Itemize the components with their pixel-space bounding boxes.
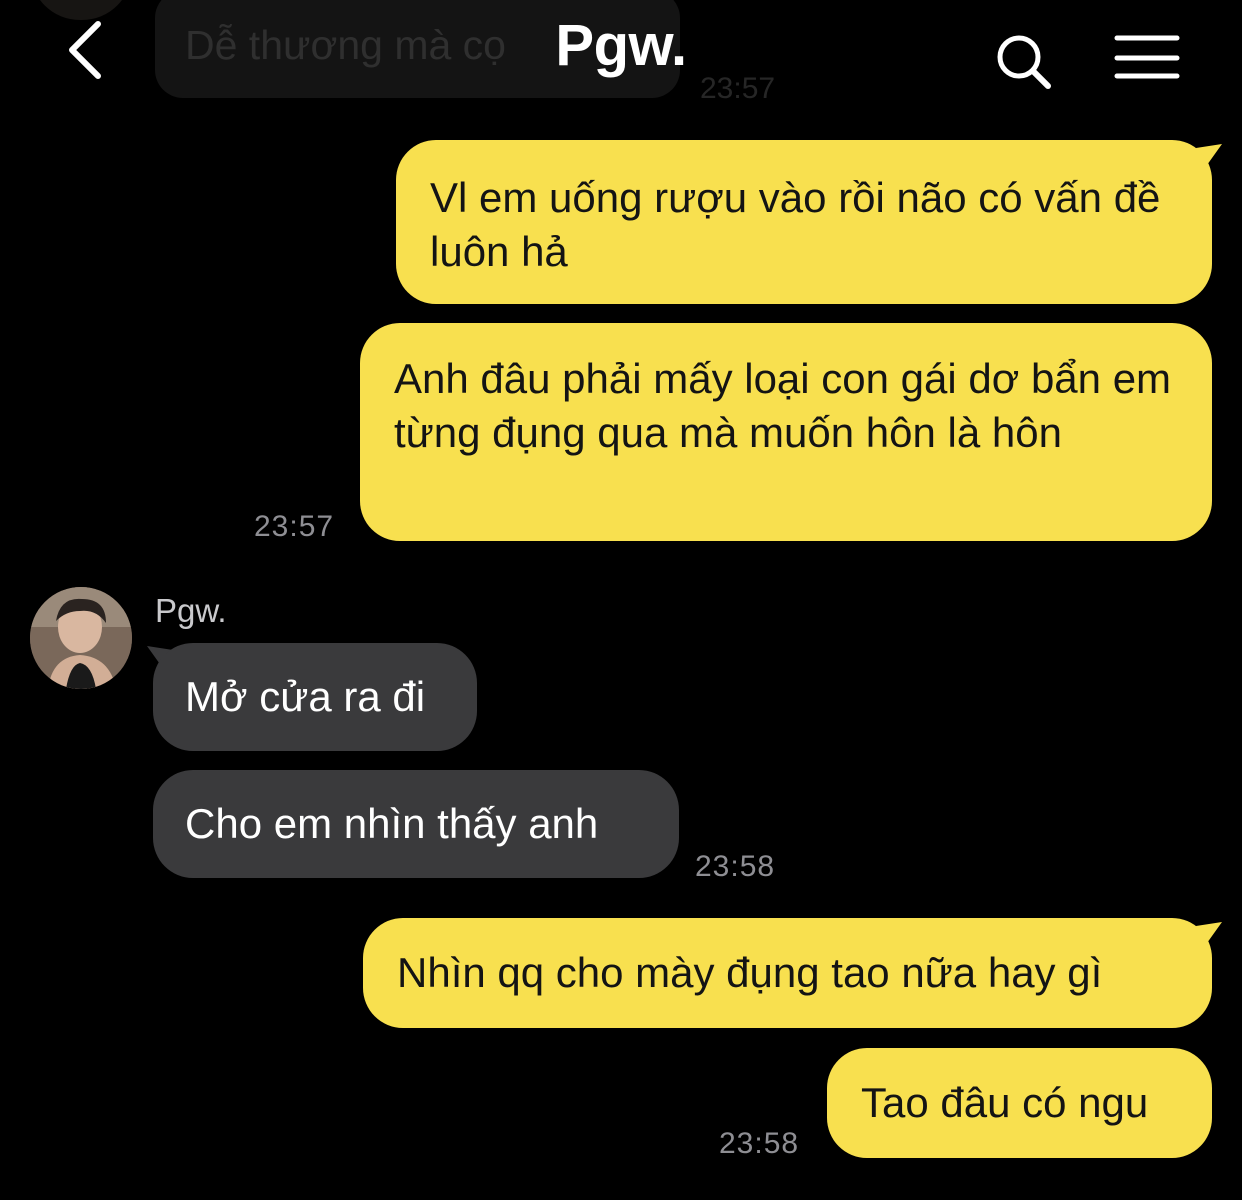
search-button[interactable] bbox=[992, 30, 1056, 94]
message-bubble-sent[interactable]: Tao đâu có ngu bbox=[827, 1048, 1212, 1158]
message-text: Nhìn qq cho mày đụng tao nữa hay gì bbox=[397, 949, 1103, 996]
contact-photo-icon bbox=[30, 587, 132, 689]
search-icon bbox=[997, 35, 1051, 89]
sender-name: Pgw. bbox=[155, 592, 227, 629]
message-text: Tao đâu có ngu bbox=[861, 1079, 1149, 1126]
message-bubble-sent[interactable]: Anh đâu phải mấy loại con gái dơ bẩn em … bbox=[360, 323, 1212, 541]
message-bubble-received[interactable]: Cho em nhìn thấy anh bbox=[153, 770, 679, 878]
avatar[interactable] bbox=[30, 587, 132, 689]
message-bubble-received[interactable]: Mở cửa ra đi bbox=[153, 643, 477, 751]
message-text: Anh đâu phải mấy loại con gái dơ bẩn em … bbox=[394, 355, 1172, 456]
message-text: Cho em nhìn thấy anh bbox=[185, 800, 599, 847]
message-text: Vl em uống rượu vào rồi não có vấn đề lu… bbox=[430, 174, 1161, 275]
message-timestamp: 23:57 bbox=[254, 510, 335, 543]
message-bubble-sent[interactable]: Vl em uống rượu vào rồi não có vấn đề lu… bbox=[396, 140, 1212, 304]
hamburger-menu-icon bbox=[1114, 35, 1180, 79]
message-timestamp: 23:58 bbox=[695, 850, 776, 883]
message-text: Mở cửa ra đi bbox=[185, 673, 426, 720]
message-timestamp: 23:58 bbox=[719, 1127, 800, 1160]
message-bubble-sent[interactable]: Nhìn qq cho mày đụng tao nữa hay gì bbox=[363, 918, 1212, 1028]
menu-button[interactable] bbox=[1112, 30, 1182, 86]
